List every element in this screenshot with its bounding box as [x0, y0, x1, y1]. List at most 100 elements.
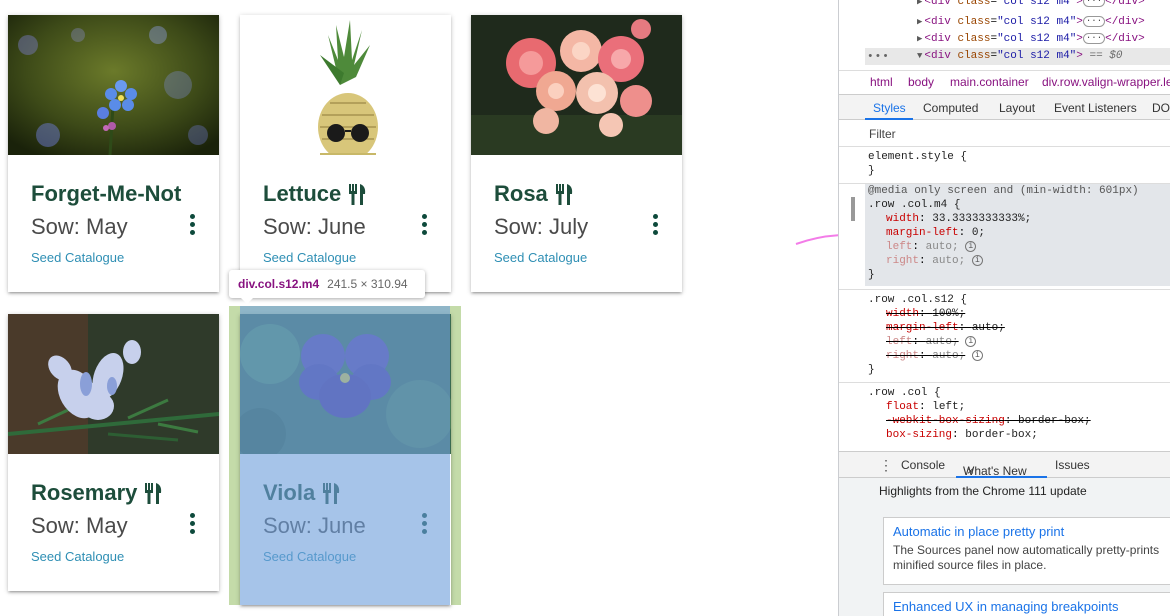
card-title: Lettuce	[263, 181, 367, 207]
tab-console[interactable]: Console	[901, 458, 945, 472]
whats-new-item-desc: The Sources panel now automatically pret…	[893, 543, 1160, 572]
css-declaration[interactable]: float: left;	[868, 400, 1170, 414]
collapsed-ellipsis-icon[interactable]: ···	[1082, 0, 1106, 7]
expand-triangle-icon[interactable]: ▶	[917, 34, 922, 44]
card-title-text: Lettuce	[263, 181, 342, 206]
info-icon[interactable]: i	[971, 349, 983, 361]
breadcrumb-item[interactable]: html	[870, 75, 893, 89]
plant-card[interactable]: Viola Sow: June Seed Catalogue	[240, 314, 451, 605]
dom-node[interactable]: ▶ <div class="col s12 m4"> ··· </div>	[917, 31, 1170, 48]
css-declaration[interactable]: width: 33.3333333333%;	[868, 212, 1170, 226]
rule-selector[interactable]: element.style {	[868, 150, 1170, 164]
css-rules: element.style { } @media only screen and…	[839, 147, 1170, 451]
more-options-icon[interactable]	[188, 213, 196, 239]
plant-card[interactable]: Rosa Sow: July Seed Catalogue	[471, 15, 682, 292]
fork-knife-icon	[145, 483, 162, 504]
viola-image	[240, 314, 451, 454]
more-options-icon[interactable]	[188, 512, 196, 538]
seed-catalogue-link[interactable]: Seed Catalogue	[263, 250, 356, 265]
rule-close: }	[868, 269, 875, 281]
dom-breadcrumb: html body main.container div.row.valign-…	[839, 70, 1170, 92]
rule-selector[interactable]: .row .col.s12 {	[868, 293, 1170, 307]
seed-catalogue-link[interactable]: Seed Catalogue	[263, 549, 356, 564]
active-tab-indicator	[865, 118, 913, 120]
css-declaration[interactable]: margin-left: auto;	[868, 321, 1170, 335]
tab-event-listeners[interactable]: Event Listeners	[1054, 101, 1137, 115]
breadcrumb-item[interactable]: div.row.valign-wrapper.le	[1042, 75, 1170, 89]
breadcrumb-item[interactable]: body	[908, 75, 934, 89]
css-declaration[interactable]: box-sizing: border-box;	[868, 428, 1170, 442]
rosemary-image	[8, 314, 219, 454]
card-title-text: Forget-Me-Not	[31, 181, 182, 206]
card-title-text: Viola	[263, 480, 316, 505]
dom-node-selected[interactable]: ▼ <div class="col s12 m4"> == $0	[865, 48, 1170, 65]
plant-card[interactable]: Lettuce Sow: June Seed Catalogue	[240, 15, 451, 292]
rule-selector[interactable]: .row .col.m4 {	[868, 198, 1170, 212]
tooltip-selector: div.col.s12.m4	[238, 277, 320, 291]
card-title-text: Rosemary	[31, 480, 138, 505]
info-icon[interactable]: i	[971, 254, 983, 266]
annotation-arrow-icon	[795, 234, 838, 245]
css-declaration[interactable]: -webkit-box-sizing: border-box;	[868, 414, 1170, 428]
rule-close: }	[868, 364, 875, 376]
sow-month: Sow: July	[494, 214, 589, 239]
node-menu-icon[interactable]: •••	[867, 51, 890, 63]
sow-month: Sow: June	[263, 214, 366, 239]
css-rule: .row .col { float: left; -webkit-box-siz…	[839, 382, 1170, 442]
more-options-icon[interactable]	[651, 213, 659, 239]
seed-catalogue-link[interactable]: Seed Catalogue	[31, 250, 124, 265]
card-title: Viola	[263, 480, 341, 506]
css-rule: @media only screen and (min-width: 601px…	[839, 183, 1170, 286]
more-options-icon[interactable]	[420, 213, 428, 239]
element-inspector-tooltip: div.col.s12.m4 241.5 × 310.94	[229, 270, 425, 304]
collapsed-ellipsis-icon[interactable]: ···	[1082, 15, 1106, 27]
collapsed-ellipsis-icon[interactable]: ···	[1082, 32, 1106, 44]
more-options-icon[interactable]	[420, 512, 428, 538]
tab-styles[interactable]: Styles	[873, 101, 906, 115]
plant-card[interactable]: Forget-Me-Not Sow: May Seed Catalogue	[8, 15, 219, 292]
seed-catalogue-link[interactable]: Seed Catalogue	[494, 250, 587, 265]
whats-new-item[interactable]: Enhanced UX in managing breakpoints	[883, 592, 1170, 616]
resize-handle[interactable]	[851, 197, 855, 221]
tab-issues[interactable]: Issues	[1055, 458, 1090, 472]
whats-new-item-title[interactable]: Enhanced UX in managing breakpoints	[893, 599, 1170, 614]
breadcrumb-item[interactable]: main.container	[950, 75, 1029, 89]
tab-dom-breakpoints[interactable]: DO	[1152, 101, 1170, 115]
fork-knife-icon	[349, 184, 366, 205]
rule-selector[interactable]: .row .col {	[868, 386, 1170, 400]
whats-new-header: Highlights from the Chrome 111 update	[879, 484, 1087, 498]
css-declaration[interactable]: left: auto; i	[868, 240, 1170, 254]
sow-month: Sow: May	[31, 513, 128, 538]
expand-triangle-icon[interactable]: ▶	[917, 0, 922, 7]
tab-layout[interactable]: Layout	[999, 101, 1035, 115]
css-declaration[interactable]: margin-left: 0;	[868, 226, 1170, 240]
tab-computed[interactable]: Computed	[923, 101, 978, 115]
whats-new-item-title[interactable]: Automatic in place pretty print	[893, 524, 1170, 539]
devtools-panel: ▶ <div class="col s12 m4"> ··· </div> ▶ <div…	[838, 0, 1170, 616]
styles-filter-input[interactable]: Filter	[839, 121, 1170, 147]
card-title-text: Rosa	[494, 181, 548, 206]
pineapple-image	[240, 15, 451, 155]
css-declaration[interactable]: right: auto; i	[868, 254, 1170, 268]
seed-catalogue-link[interactable]: Seed Catalogue	[31, 549, 124, 564]
drawer-menu-icon[interactable]: ⋮	[879, 457, 893, 474]
css-declaration[interactable]: left: auto; i	[868, 335, 1170, 349]
sow-month: Sow: May	[31, 214, 128, 239]
forget-me-not-image	[8, 15, 219, 155]
info-icon[interactable]: i	[965, 335, 977, 347]
collapse-triangle-icon[interactable]: ▼	[917, 51, 922, 61]
card-title: Forget-Me-Not	[31, 181, 181, 207]
dom-node[interactable]: ▶ <div class="col s12 m4"> ··· </div>	[917, 14, 1170, 31]
drawer-tabbar: ⋮ Console What's New × Issues	[839, 451, 1170, 478]
css-declaration[interactable]: width: 100%;	[868, 307, 1170, 321]
info-icon[interactable]: i	[965, 240, 977, 252]
card-title: Rosa	[494, 181, 574, 207]
css-declaration[interactable]: right: auto; i	[868, 349, 1170, 363]
plant-card[interactable]: Rosemary Sow: May Seed Catalogue	[8, 314, 219, 591]
fork-knife-icon	[323, 483, 340, 504]
dom-node[interactable]: ▶ <div class="col s12 m4"> ··· </div>	[917, 0, 1170, 11]
sow-month: Sow: June	[263, 513, 366, 538]
expand-triangle-icon[interactable]: ▶	[917, 17, 922, 27]
whats-new-item[interactable]: Automatic in place pretty print The Sour…	[883, 517, 1170, 585]
card-title: Rosemary	[31, 480, 163, 506]
